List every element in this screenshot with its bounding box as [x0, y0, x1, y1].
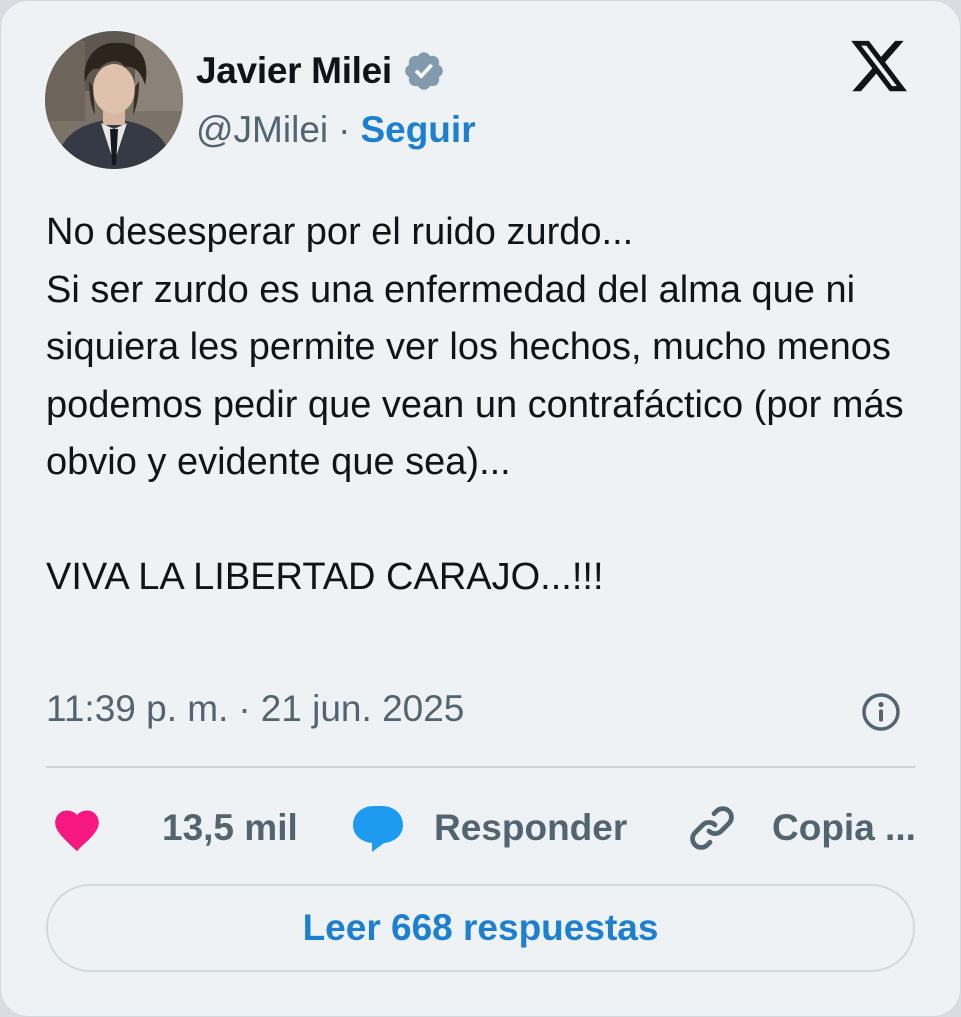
x-logo-icon[interactable]	[847, 35, 911, 97]
heart-icon	[55, 810, 99, 852]
author-handle-row: @JMilei · Seguir	[196, 105, 476, 155]
follow-button[interactable]: Seguir	[360, 109, 475, 151]
author-name-row: Javier Milei	[196, 45, 446, 97]
timestamp-separator: ·	[238, 688, 251, 729]
read-replies-button[interactable]: Leer 668 respuestas	[46, 884, 915, 972]
divider	[46, 766, 915, 768]
author-handle[interactable]: @JMilei	[196, 109, 328, 151]
tweet-date[interactable]: 21 jun. 2025	[261, 688, 465, 730]
like-button[interactable]: 13,5 mil	[50, 796, 298, 860]
like-count: 13,5 mil	[162, 807, 298, 848]
author-name[interactable]: Javier Milei	[196, 50, 392, 92]
copy-link-button[interactable]: Copia ...	[686, 796, 916, 860]
link-icon	[690, 806, 734, 850]
tweet-time[interactable]: 11:39 p. m.	[46, 688, 228, 730]
action-bar: 13,5 mil Responder Copia ...	[46, 796, 926, 860]
tweet-card: Javier Milei @JMilei · Seguir No desespe…	[0, 0, 961, 1017]
avatar[interactable]	[45, 31, 183, 169]
verified-badge-icon	[402, 49, 446, 93]
avatar-photo	[45, 31, 183, 169]
tweet-text: No desesperar por el ruido zurdo... Si s…	[46, 211, 904, 598]
handle-separator: ·	[338, 109, 351, 150]
info-icon[interactable]	[859, 690, 903, 734]
speech-bubble-icon	[353, 806, 403, 852]
reply-label: Responder	[434, 807, 628, 848]
timestamp-row: 11:39 p. m. · 21 jun. 2025	[46, 684, 464, 734]
copy-link-label: Copia ...	[772, 807, 916, 848]
reply-button[interactable]: Responder	[350, 796, 627, 860]
